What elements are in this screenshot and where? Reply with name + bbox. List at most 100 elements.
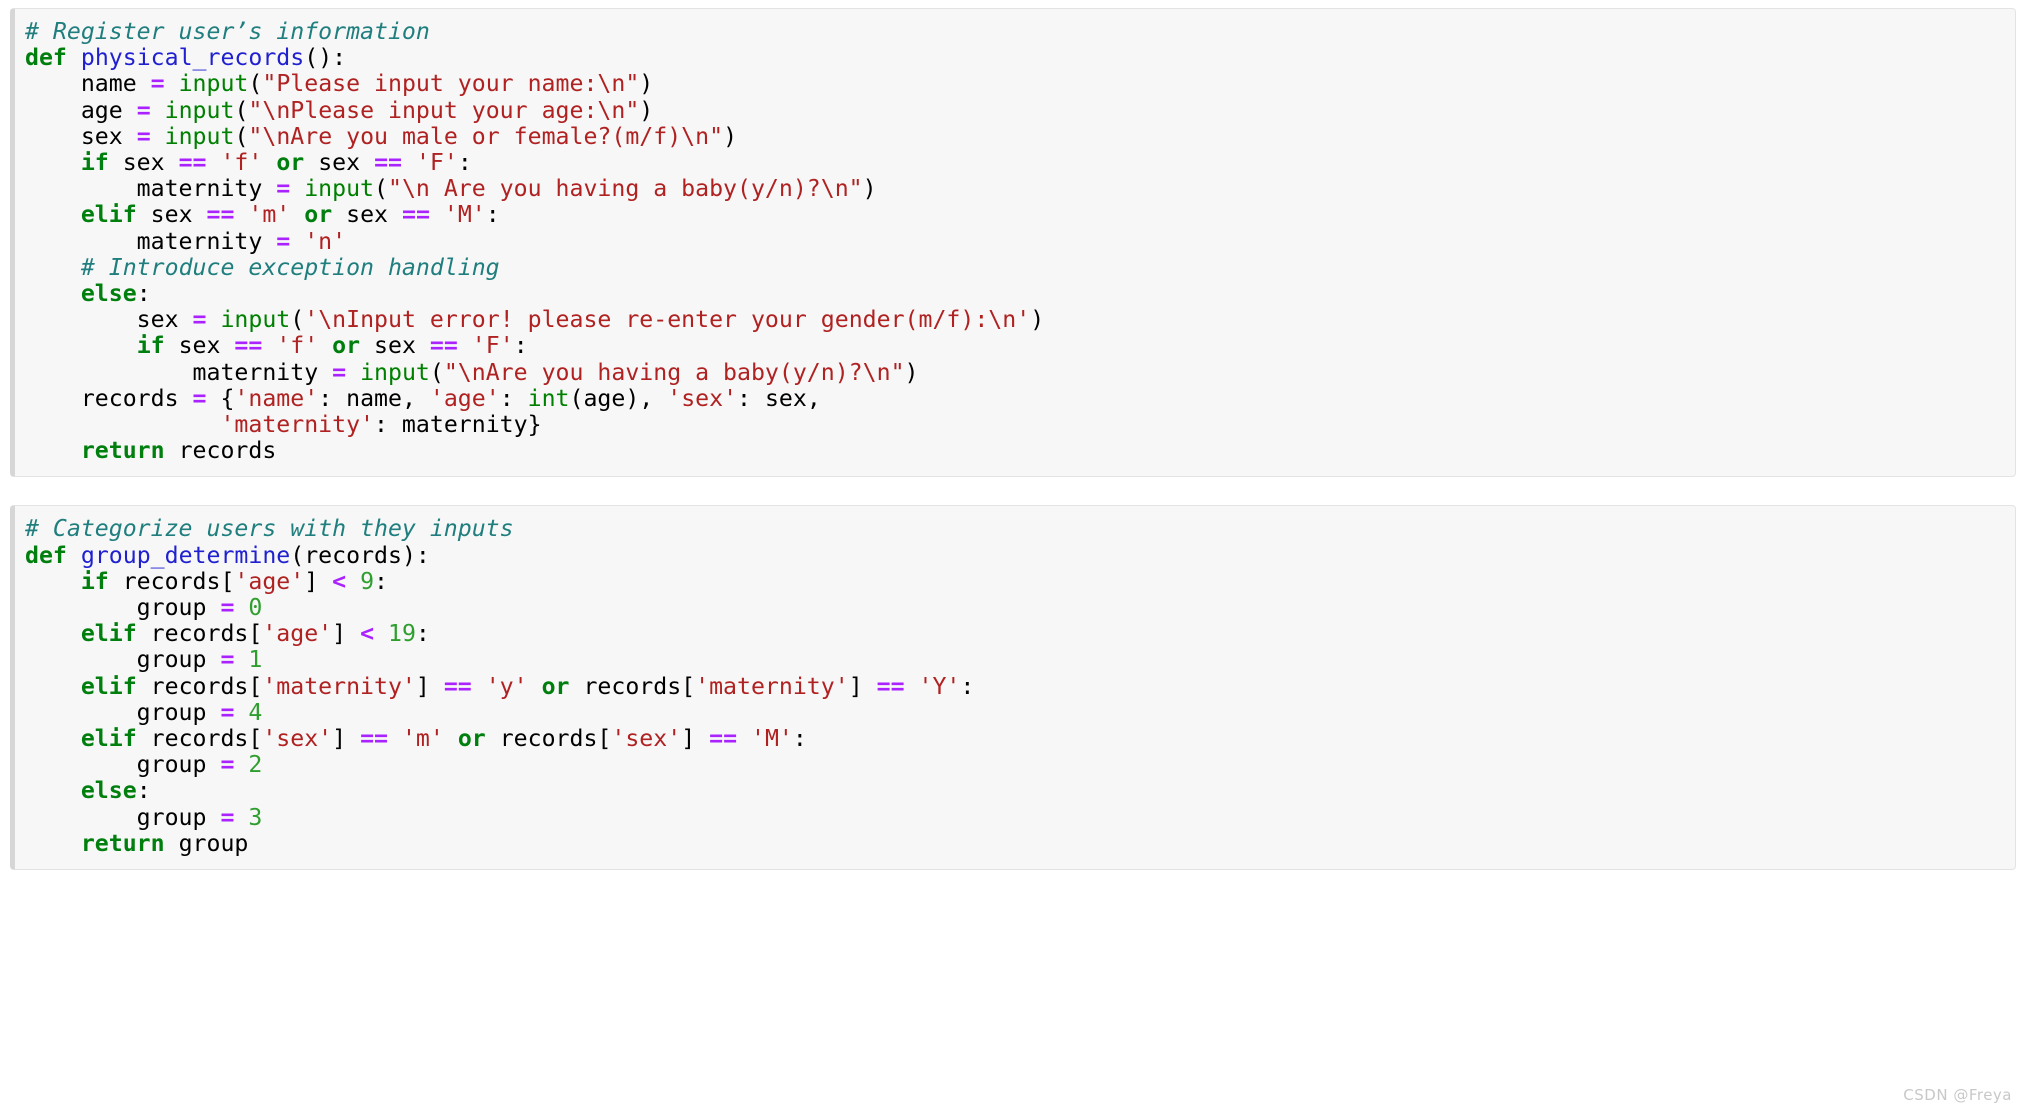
- token-plain: :: [136, 777, 151, 805]
- token-plain: : maternity}: [374, 411, 542, 439]
- token-string: 'F': [415, 149, 458, 177]
- code-line: # Introduce exception handling: [15, 253, 2015, 281]
- token-plain: sex: [164, 332, 235, 360]
- token-operator: =: [220, 803, 235, 831]
- token-comment: # Register user’s information: [25, 18, 430, 45]
- token-keyword: if: [136, 332, 165, 360]
- token-string: 'Y': [918, 672, 961, 700]
- code-line: if records['age'] < 9:: [15, 567, 2015, 595]
- token-operator: =: [220, 751, 235, 779]
- token-operator: <: [332, 567, 347, 595]
- token-number: 19: [388, 620, 416, 648]
- token-plain: ): [639, 96, 654, 124]
- token-plain: ():: [304, 44, 347, 72]
- token-plain: (: [248, 70, 263, 98]
- token-keyword: elif: [80, 725, 137, 753]
- token-plain: (: [374, 175, 388, 203]
- token-string: 'M': [443, 201, 486, 229]
- token-string: 'sex': [611, 725, 682, 753]
- token-plain: sex: [108, 149, 179, 177]
- token-string: 'name': [234, 384, 319, 412]
- token-operator: ==: [206, 201, 235, 229]
- token-operator: ==: [709, 725, 738, 753]
- token-plain: :: [415, 620, 430, 648]
- token-operator: <: [360, 620, 375, 648]
- token-plain: sex: [332, 201, 402, 229]
- token-string: 'M': [751, 725, 793, 753]
- code-line: group = 4: [15, 698, 2015, 726]
- token-operator: =: [220, 594, 235, 622]
- token-string: 'F': [471, 332, 514, 360]
- token-plain: ): [1030, 306, 1045, 334]
- code-line: age = input("\nPlease input your age:\n"…: [15, 96, 2015, 124]
- token-plain: records[: [136, 725, 263, 753]
- token-number: 1: [248, 646, 263, 674]
- token-plain: ]: [415, 672, 444, 700]
- token-operator: ==: [178, 149, 207, 177]
- token-plain: group: [164, 829, 249, 857]
- code-line: 'maternity': maternity}: [15, 411, 2015, 439]
- token-builtin: input: [304, 175, 375, 203]
- token-keyword: elif: [80, 672, 137, 700]
- token-keyword: or: [304, 201, 333, 229]
- token-plain: (: [234, 96, 249, 124]
- token-string: 'maternity': [262, 672, 416, 700]
- token-plain: ]: [332, 725, 361, 753]
- code-line: def physical_records():: [15, 45, 2015, 71]
- token-builtin: int: [527, 384, 570, 412]
- token-keyword: or: [541, 672, 570, 700]
- token-plain: (records):: [290, 541, 430, 569]
- token-plain: maternity: [25, 358, 333, 386]
- token-plain: ): [904, 358, 919, 386]
- token-string: "\nPlease input your age:\n": [248, 96, 640, 124]
- code-line: group = 1: [15, 647, 2015, 673]
- token-operator: =: [150, 70, 165, 98]
- watermark: CSDN @Freya: [1903, 1086, 2012, 1104]
- token-plain: ]: [848, 672, 877, 700]
- token-string: 'n': [304, 227, 347, 255]
- token-plain: records: [164, 437, 277, 465]
- code-block-group-determine[interactable]: # Categorize users with they inputs def g…: [10, 505, 2016, 871]
- token-plain: :: [136, 280, 151, 308]
- token-string: 'm': [401, 725, 444, 753]
- token-plain: :: [499, 384, 528, 412]
- code-line: return group: [15, 829, 2015, 857]
- code-block-physical-records[interactable]: # Register user’s information def physica…: [10, 8, 2016, 478]
- token-plain: : sex,: [737, 384, 821, 412]
- code-line: maternity = 'n': [15, 227, 2015, 255]
- token-builtin: input: [178, 70, 249, 98]
- token-keyword: if: [80, 149, 109, 177]
- code-line: if sex == 'f' or sex == 'F':: [15, 333, 2015, 359]
- token-string: "\nAre you having a baby(y/n)?\n": [443, 358, 905, 386]
- token-operator: =: [220, 698, 235, 726]
- token-string: 'age': [234, 567, 305, 595]
- token-number: 4: [248, 698, 263, 726]
- code-line: records = {'name': name, 'age': int(age)…: [15, 384, 2015, 412]
- token-plain: sex: [304, 149, 375, 177]
- token-operator: ==: [429, 332, 458, 360]
- token-comment: # Introduce exception handling: [80, 253, 500, 281]
- token-string: 'y': [485, 672, 528, 700]
- token-operator: =: [276, 175, 291, 203]
- token-keyword: else: [80, 280, 137, 308]
